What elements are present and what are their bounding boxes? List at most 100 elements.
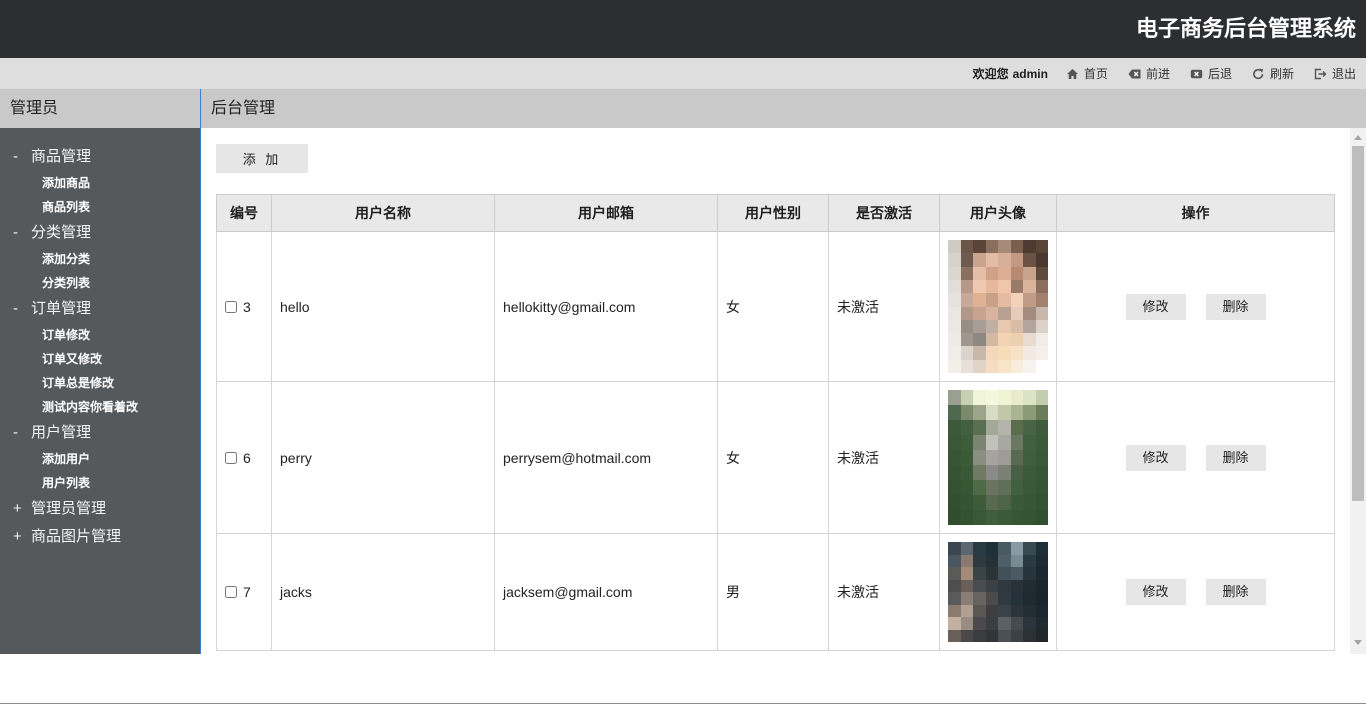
column-header-email: 用户邮箱 bbox=[494, 194, 718, 232]
avatar-pixel bbox=[1035, 617, 1048, 630]
menu-item-order-edit-again[interactable]: 订单又修改 bbox=[0, 347, 200, 371]
avatar-pixel bbox=[973, 240, 986, 254]
avatar-pixel bbox=[1010, 346, 1023, 360]
menu-item-order-edit[interactable]: 订单修改 bbox=[0, 323, 200, 347]
scrollbar-thumb[interactable] bbox=[1352, 146, 1364, 501]
menu-item-product-list[interactable]: 商品列表 bbox=[0, 195, 200, 219]
scroll-down-arrow[interactable] bbox=[1354, 640, 1362, 645]
avatar-pixel bbox=[1023, 390, 1036, 405]
avatar-pixel bbox=[1035, 510, 1048, 525]
row-select-checkbox[interactable] bbox=[225, 586, 237, 598]
scroll-up-arrow[interactable] bbox=[1354, 135, 1362, 140]
nav-back-link[interactable]: 后退 bbox=[1190, 65, 1232, 82]
menu-group-orders[interactable]: - 订单管理 bbox=[0, 295, 200, 323]
nav-home-link[interactable]: 首页 bbox=[1066, 65, 1108, 82]
nav-refresh-link[interactable]: 刷新 bbox=[1252, 65, 1294, 82]
column-header-avatar: 用户头像 bbox=[939, 194, 1057, 232]
menu-item-order-always-edit[interactable]: 订单总是修改 bbox=[0, 371, 200, 395]
avatar-pixel bbox=[948, 306, 961, 320]
avatar-pixel bbox=[985, 390, 998, 405]
menu-group-product-images[interactable]: + 商品图片管理 bbox=[0, 523, 200, 551]
avatar-pixel bbox=[998, 495, 1011, 510]
avatar-pixel bbox=[1035, 480, 1048, 495]
avatar-pixel bbox=[973, 629, 986, 642]
avatar-pixel bbox=[960, 629, 973, 642]
avatar-pixel bbox=[1010, 266, 1023, 280]
menu-item-add-category[interactable]: 添加分类 bbox=[0, 247, 200, 271]
avatar-pixel bbox=[948, 579, 961, 592]
avatar-pixel bbox=[1010, 435, 1023, 450]
avatar-pixel bbox=[1010, 592, 1023, 605]
avatar-pixel bbox=[985, 554, 998, 567]
menu-item-user-list[interactable]: 用户列表 bbox=[0, 471, 200, 495]
user-avatar bbox=[948, 240, 1048, 373]
avatar-pixel bbox=[1023, 253, 1036, 267]
avatar-pixel bbox=[948, 346, 961, 360]
menu-item-test-content[interactable]: 测试内容你看着改 bbox=[0, 395, 200, 419]
avatar-pixel bbox=[1023, 420, 1036, 435]
delete-button[interactable]: 删除 bbox=[1205, 293, 1266, 320]
collapse-toggle: - bbox=[13, 300, 18, 317]
delete-button[interactable]: 删除 bbox=[1205, 579, 1266, 605]
avatar-pixel bbox=[985, 435, 998, 450]
menu-group-categories[interactable]: - 分类管理 bbox=[0, 219, 200, 247]
menu-group-admins[interactable]: + 管理员管理 bbox=[0, 495, 200, 523]
add-user-button[interactable]: 添 加 bbox=[216, 144, 308, 173]
app-title: 电子商务后台管理系统 bbox=[1135, 16, 1356, 41]
avatar-pixel bbox=[1035, 592, 1048, 605]
avatar-pixel bbox=[1035, 420, 1048, 435]
menu-group-products[interactable]: - 商品管理 bbox=[0, 143, 200, 171]
avatar-pixel bbox=[1023, 435, 1036, 450]
avatar-pixel bbox=[1035, 240, 1048, 254]
nav-forward-link[interactable]: 前进 bbox=[1128, 65, 1170, 82]
avatar-pixel bbox=[1023, 617, 1036, 630]
avatar-pixel bbox=[1010, 450, 1023, 465]
avatar-pixel bbox=[960, 465, 973, 480]
avatar-pixel bbox=[960, 592, 973, 605]
avatar-pixel bbox=[1010, 333, 1023, 347]
row-select-checkbox[interactable] bbox=[225, 300, 237, 313]
avatar-pixel bbox=[1035, 293, 1048, 307]
avatar-pixel bbox=[960, 333, 973, 347]
avatar-pixel bbox=[973, 435, 986, 450]
row-select-checkbox[interactable] bbox=[225, 451, 237, 464]
avatar-pixel bbox=[1010, 495, 1023, 510]
avatar-pixel bbox=[985, 266, 998, 280]
avatar-pixel bbox=[1023, 240, 1036, 254]
nav-logout-link[interactable]: 退出 bbox=[1314, 65, 1356, 82]
expand-toggle: + bbox=[13, 500, 22, 517]
avatar-pixel bbox=[960, 554, 973, 567]
avatar-pixel bbox=[973, 465, 986, 480]
welcome-text: 欢迎您 admin bbox=[973, 65, 1048, 82]
avatar-cell bbox=[939, 231, 1057, 382]
menu-item-category-list[interactable]: 分类列表 bbox=[0, 271, 200, 295]
avatar-pixel bbox=[1023, 629, 1036, 642]
menu-group-users[interactable]: - 用户管理 bbox=[0, 419, 200, 447]
menu-item-add-user[interactable]: 添加用户 bbox=[0, 447, 200, 471]
avatar-pixel bbox=[960, 495, 973, 510]
avatar-pixel bbox=[948, 279, 961, 294]
avatar-pixel bbox=[998, 333, 1011, 347]
avatar-pixel bbox=[973, 405, 986, 420]
edit-button[interactable]: 修改 bbox=[1125, 579, 1186, 605]
nav-forward-label: 前进 bbox=[1145, 67, 1170, 81]
avatar-pixel bbox=[948, 405, 961, 420]
menu-item-add-product[interactable]: 添加商品 bbox=[0, 171, 200, 195]
avatar-pixel bbox=[948, 567, 961, 580]
home-icon bbox=[1066, 68, 1078, 79]
id-cell: 3 bbox=[216, 231, 272, 382]
avatar-pixel bbox=[1010, 617, 1023, 630]
avatar-pixel bbox=[998, 542, 1011, 555]
avatar-pixel bbox=[960, 279, 973, 294]
vertical-scrollbar[interactable] bbox=[1350, 128, 1366, 654]
user-name: jacks bbox=[271, 533, 495, 651]
sidebar-menu: - 商品管理 添加商品 商品列表 - 分类管理 添加分类 分类列表 - 订单管理 订单… bbox=[0, 128, 200, 551]
avatar-pixel bbox=[998, 554, 1011, 567]
edit-button[interactable]: 修改 bbox=[1125, 293, 1186, 320]
delete-button[interactable]: 删除 bbox=[1205, 444, 1266, 471]
edit-button[interactable]: 修改 bbox=[1125, 444, 1186, 471]
avatar-pixel bbox=[1023, 319, 1036, 334]
user-email: perrysem@hotmail.com bbox=[494, 381, 718, 534]
avatar-pixel bbox=[1035, 405, 1048, 420]
avatar-pixel bbox=[998, 266, 1011, 280]
